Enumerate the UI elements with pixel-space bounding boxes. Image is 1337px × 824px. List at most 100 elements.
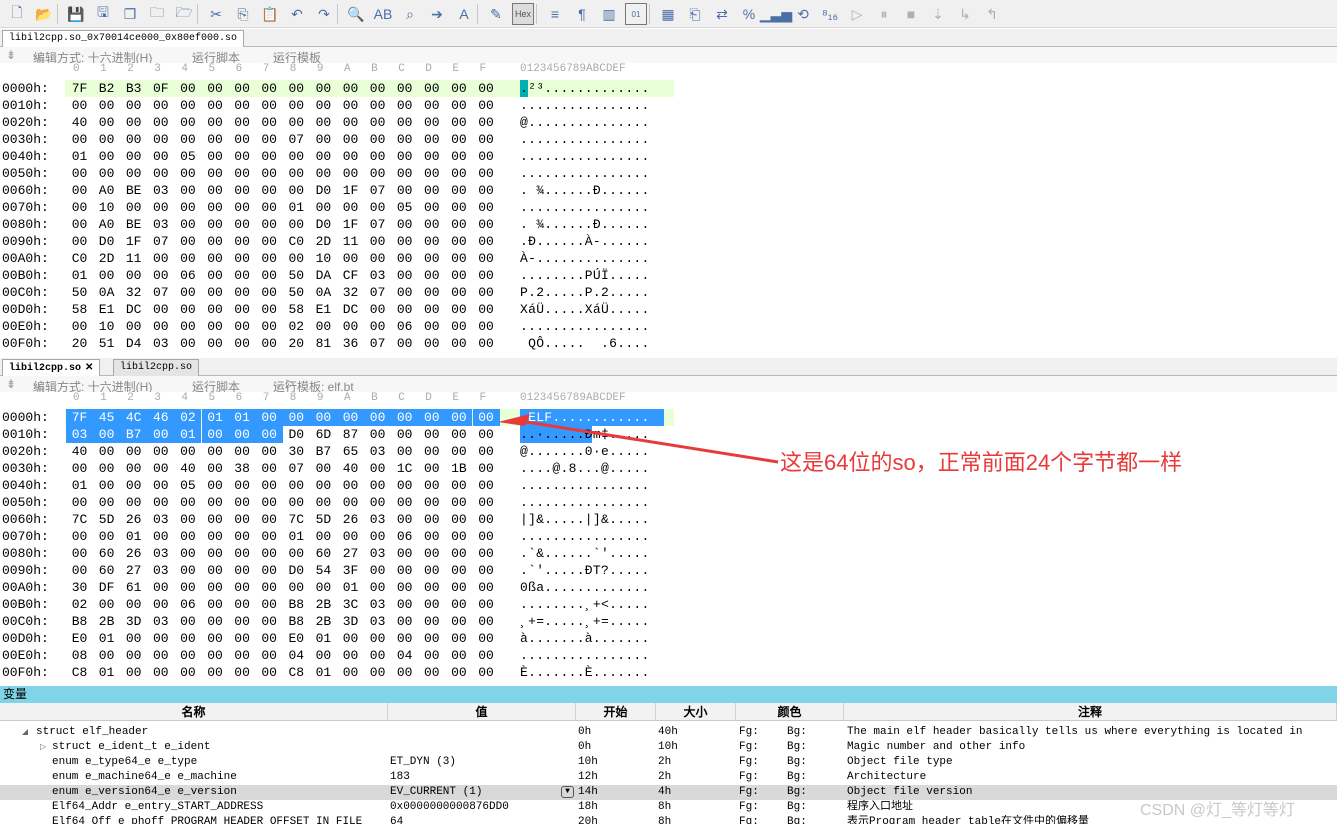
hex-byte[interactable]: 00 <box>66 216 93 233</box>
hex-byte[interactable]: 00 <box>473 182 500 199</box>
hex-byte[interactable]: 00 <box>174 182 201 199</box>
redo-icon[interactable]: ↷ <box>313 3 335 25</box>
hex-byte[interactable]: 00 <box>120 443 147 460</box>
hex-byte[interactable]: 00 <box>120 647 147 664</box>
hex-byte[interactable]: 00 <box>256 318 283 335</box>
hex-byte[interactable]: 00 <box>202 131 229 148</box>
hex-byte[interactable]: 00 <box>418 664 445 681</box>
hex-byte[interactable]: 2B <box>310 613 337 630</box>
template-icon[interactable]: ⎗ <box>684 3 706 25</box>
hex-byte[interactable]: E0 <box>283 630 310 647</box>
hex-byte[interactable]: 00 <box>66 199 93 216</box>
hex-byte[interactable]: 00 <box>256 630 283 647</box>
hex-byte[interactable]: 00 <box>66 233 93 250</box>
variable-row[interactable]: enum e_machine64_e e_machine 183 12h 2h Fg: B… <box>0 770 1337 785</box>
hex-byte[interactable]: 00 <box>120 199 147 216</box>
hex-byte[interactable]: 01 <box>283 199 310 216</box>
ascii-text[interactable]: À-.............. <box>520 250 664 267</box>
hex-byte[interactable]: 00 <box>391 284 418 301</box>
hex-byte[interactable]: 87 <box>337 426 364 443</box>
hex-byte[interactable]: 00 <box>93 114 120 131</box>
hex-row[interactable]: 0050h: 00 00 00 00 00 00 00 00 00 00 00 00 00 00 00 00..… <box>0 165 1337 182</box>
variable-bg[interactable]: Bg: <box>787 755 807 770</box>
folder-icon[interactable]: 🗀 <box>146 3 168 25</box>
hex-byte[interactable]: 00 <box>256 460 283 477</box>
hex-byte[interactable]: 00 <box>93 460 120 477</box>
ascii-text[interactable]: ................ <box>520 477 664 494</box>
ascii-text[interactable]: 0ßa............. <box>520 579 664 596</box>
hex-byte[interactable]: 07 <box>364 284 391 301</box>
hex-byte[interactable]: 00 <box>256 216 283 233</box>
hex-byte[interactable]: 00 <box>256 477 283 494</box>
hex-row[interactable]: 00E0h: 00 10 00 00 00 00 00 00 02 00 00 00 06 00 00 00..… <box>0 318 1337 335</box>
hex-byte[interactable]: 00 <box>229 562 256 579</box>
hex-byte[interactable]: 00 <box>229 545 256 562</box>
hex-byte[interactable]: 00 <box>174 562 201 579</box>
hex-byte[interactable]: 03 <box>66 426 93 443</box>
hex-byte[interactable]: 00 <box>201 426 229 443</box>
hex-byte[interactable]: 01 <box>120 528 147 545</box>
hex-byte[interactable]: 00 <box>256 613 283 630</box>
hex-byte[interactable]: 00 <box>174 301 201 318</box>
hex-byte[interactable]: C8 <box>66 664 93 681</box>
hex-byte[interactable]: 00 <box>202 579 229 596</box>
hex-byte[interactable]: 05 <box>391 199 418 216</box>
hex-byte[interactable]: 46 <box>147 409 175 426</box>
word-wrap-icon[interactable]: ≡ <box>544 3 566 25</box>
hex-byte[interactable]: 00 <box>445 511 472 528</box>
hex-byte[interactable]: 00 <box>174 579 201 596</box>
hex-byte[interactable]: 00 <box>229 318 256 335</box>
hex-byte[interactable]: 60 <box>310 545 337 562</box>
hex-byte[interactable]: 08 <box>66 647 93 664</box>
run-script-menu[interactable]: 运行脚本 ⌵ <box>192 48 240 65</box>
find-icon[interactable]: 🔍 <box>345 3 367 25</box>
hex-byte[interactable]: DA <box>310 267 337 284</box>
hex-byte[interactable]: B2 <box>93 80 120 97</box>
hex-byte[interactable]: 00 <box>174 80 201 97</box>
stop-icon[interactable]: ■ <box>900 3 922 25</box>
hex-byte[interactable]: 00 <box>310 148 337 165</box>
hex-byte[interactable]: D0 <box>310 216 337 233</box>
hex-row[interactable]: 00F0h: C8 01 00 00 00 00 00 00 C8 01 00 00 00 00 00 00 È.… <box>0 664 1337 681</box>
edit-mode-menu[interactable]: 编辑方式: 十六进制(H) ⌵ <box>33 377 152 394</box>
hex-byte[interactable]: 00 <box>147 647 174 664</box>
hex-byte[interactable]: 00 <box>283 250 310 267</box>
column-header-size[interactable]: 大小 <box>656 703 736 721</box>
hex-byte[interactable]: 00 <box>202 335 229 352</box>
ascii-text[interactable]: QÔ..... .6.... <box>520 335 664 352</box>
hex-byte[interactable]: 00 <box>337 318 364 335</box>
hex-byte[interactable]: 03 <box>147 216 174 233</box>
hex-byte[interactable]: 00 <box>473 647 500 664</box>
hex-byte[interactable]: 00 <box>174 613 201 630</box>
hex-byte[interactable]: 00 <box>364 579 391 596</box>
hex-byte[interactable]: 00 <box>147 664 174 681</box>
hex-byte[interactable]: 00 <box>120 131 147 148</box>
hex-byte[interactable]: 00 <box>418 596 445 613</box>
hex-row[interactable]: 00F0h: 20 51 D4 03 00 00 00 00 20 81 36 07 00 00 00 00 Q… <box>0 335 1337 352</box>
column-header-start[interactable]: 开始 <box>576 703 656 721</box>
collapse-icon[interactable]: ⇟ <box>6 48 16 62</box>
hex-byte[interactable]: 00 <box>93 267 120 284</box>
hex-byte[interactable]: 0A <box>93 284 120 301</box>
hex-byte[interactable]: 00 <box>174 199 201 216</box>
hex-byte[interactable]: 00 <box>445 182 472 199</box>
new-file-icon[interactable]: 🗋 <box>6 3 28 25</box>
hex-byte[interactable]: 00 <box>174 233 201 250</box>
hex-byte[interactable]: 00 <box>445 335 472 352</box>
hex-byte[interactable]: 00 <box>391 477 418 494</box>
hex-byte[interactable]: 00 <box>229 664 256 681</box>
hex-byte[interactable]: 00 <box>229 511 256 528</box>
variable-fg[interactable]: Fg: <box>739 770 759 785</box>
hex-byte[interactable]: 10 <box>310 250 337 267</box>
hex-byte[interactable]: 00 <box>391 562 418 579</box>
hex-byte[interactable]: 00 <box>229 613 256 630</box>
hex-byte[interactable]: 1F <box>120 233 147 250</box>
edit-mode-menu[interactable]: 编辑方式: 十六进制(H) ⌵ <box>33 48 152 65</box>
hex-byte[interactable]: 00 <box>202 494 229 511</box>
hex-byte[interactable]: 03 <box>147 182 174 199</box>
hex-byte[interactable]: 7F <box>66 80 93 97</box>
hex-byte[interactable]: 00 <box>66 131 93 148</box>
hex-byte[interactable]: 00 <box>202 199 229 216</box>
ascii-text[interactable]: ........¸+<..... <box>520 596 664 613</box>
hex-byte[interactable]: 00 <box>147 460 174 477</box>
